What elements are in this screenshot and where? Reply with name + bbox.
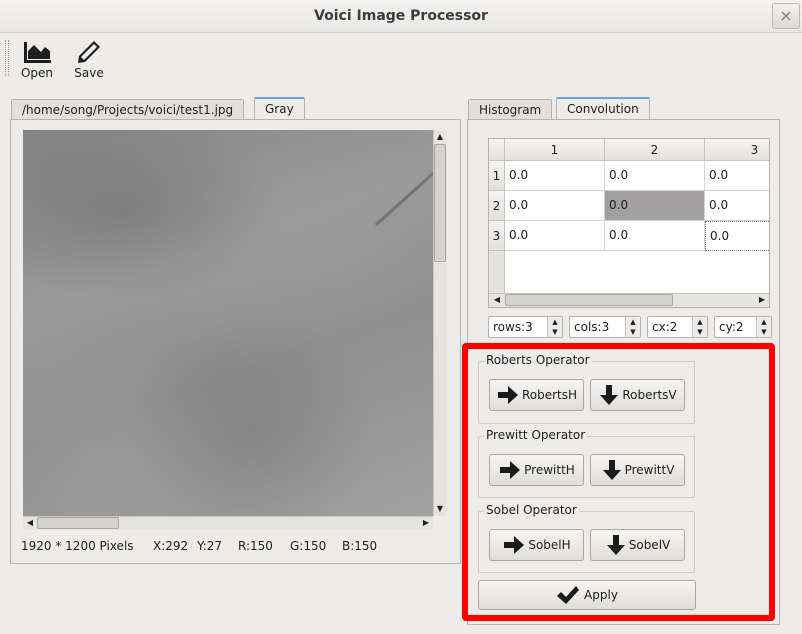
kernel-cell[interactable]: 0.0 [505, 191, 605, 221]
scroll-up-icon[interactable]: ▲ [433, 130, 447, 144]
open-label: Open [20, 66, 54, 80]
save-label: Save [74, 66, 104, 80]
cy-value: cy:2 [719, 320, 744, 334]
cursor-x-text: X:292 [153, 539, 189, 553]
kernel-cell[interactable]: 0.0 [605, 221, 705, 251]
kernel-cell[interactable]: 0.0 [705, 191, 769, 221]
tab-histogram[interactable]: Histogram [468, 99, 553, 120]
table-scroll-thumb[interactable] [505, 294, 673, 306]
rows-spinbox[interactable]: rows:3 ▲ ▼ [488, 316, 563, 338]
cx-value: cx:2 [652, 320, 678, 334]
cx-spinbox[interactable]: cx:2 ▲ ▼ [647, 316, 708, 338]
tab-file[interactable]: /home/song/Projects/voici/test1.jpg [11, 99, 245, 120]
row-header[interactable]: 2 [489, 191, 505, 221]
row-header[interactable]: 3 [489, 221, 505, 251]
green-value-text: G:150 [290, 539, 327, 553]
tab-gray[interactable]: Gray [254, 97, 305, 120]
row-header[interactable]: 1 [489, 161, 505, 191]
cursor-y-text: Y:27 [197, 539, 223, 553]
kernel-cell-selected[interactable]: 0.0 [605, 191, 705, 221]
blue-value-text: B:150 [342, 539, 378, 553]
kernel-table[interactable]: 1 2 3 1 2 3 0.0 0.0 0.0 0.0 0.0 0.0 0.0 … [488, 138, 770, 308]
spin-arrows-icon[interactable]: ▲ ▼ [625, 317, 640, 337]
image-detail [374, 156, 433, 227]
horizontal-scroll-thumb[interactable] [37, 517, 119, 529]
close-button[interactable]: ⨯ [772, 3, 800, 29]
save-button[interactable]: Save [64, 36, 114, 86]
highlight-box [462, 343, 775, 621]
column-header[interactable]: 3 [705, 139, 769, 161]
kernel-cell[interactable]: 0.0 [705, 161, 769, 191]
chart-icon [24, 42, 51, 63]
row-header-filler [489, 251, 505, 295]
column-header[interactable]: 2 [605, 139, 705, 161]
open-button[interactable]: Open [12, 36, 62, 86]
table-scroll-left-icon[interactable]: ◀ [490, 293, 504, 307]
cy-spinbox[interactable]: cy:2 ▲ ▼ [714, 316, 772, 338]
toolbar-grip[interactable] [5, 40, 9, 76]
spin-arrows-icon[interactable]: ▲ ▼ [692, 317, 707, 337]
kernel-cell[interactable]: 0.0 [505, 221, 605, 251]
cols-value: cols:3 [574, 320, 610, 334]
vertical-scroll-thumb[interactable] [434, 144, 446, 262]
close-icon: ⨯ [779, 6, 793, 25]
table-corner [489, 139, 505, 161]
kernel-cell[interactable]: 0.0 [505, 161, 605, 191]
red-value-text: R:150 [238, 539, 273, 553]
rows-value: rows:3 [493, 320, 533, 334]
tab-convolution[interactable]: Convolution [556, 97, 650, 120]
column-header[interactable]: 1 [505, 139, 605, 161]
scroll-left-icon[interactable]: ◀ [23, 516, 37, 530]
window-title: Voici Image Processor [314, 8, 488, 24]
table-scroll-right-icon[interactable]: ▶ [755, 293, 769, 307]
cols-spinbox[interactable]: cols:3 ▲ ▼ [569, 316, 641, 338]
image-canvas[interactable] [23, 130, 433, 516]
spin-arrows-icon[interactable]: ▲ ▼ [547, 317, 562, 337]
image-size-text: 1920 * 1200 Pixels [21, 539, 134, 553]
kernel-cell-current[interactable]: 0.0 [705, 221, 769, 251]
scroll-down-icon[interactable]: ▼ [433, 502, 447, 516]
kernel-cell[interactable]: 0.0 [605, 161, 705, 191]
pencil-icon [78, 41, 100, 63]
scroll-right-icon[interactable]: ▶ [419, 516, 433, 530]
spin-arrows-icon[interactable]: ▲ ▼ [756, 317, 771, 337]
